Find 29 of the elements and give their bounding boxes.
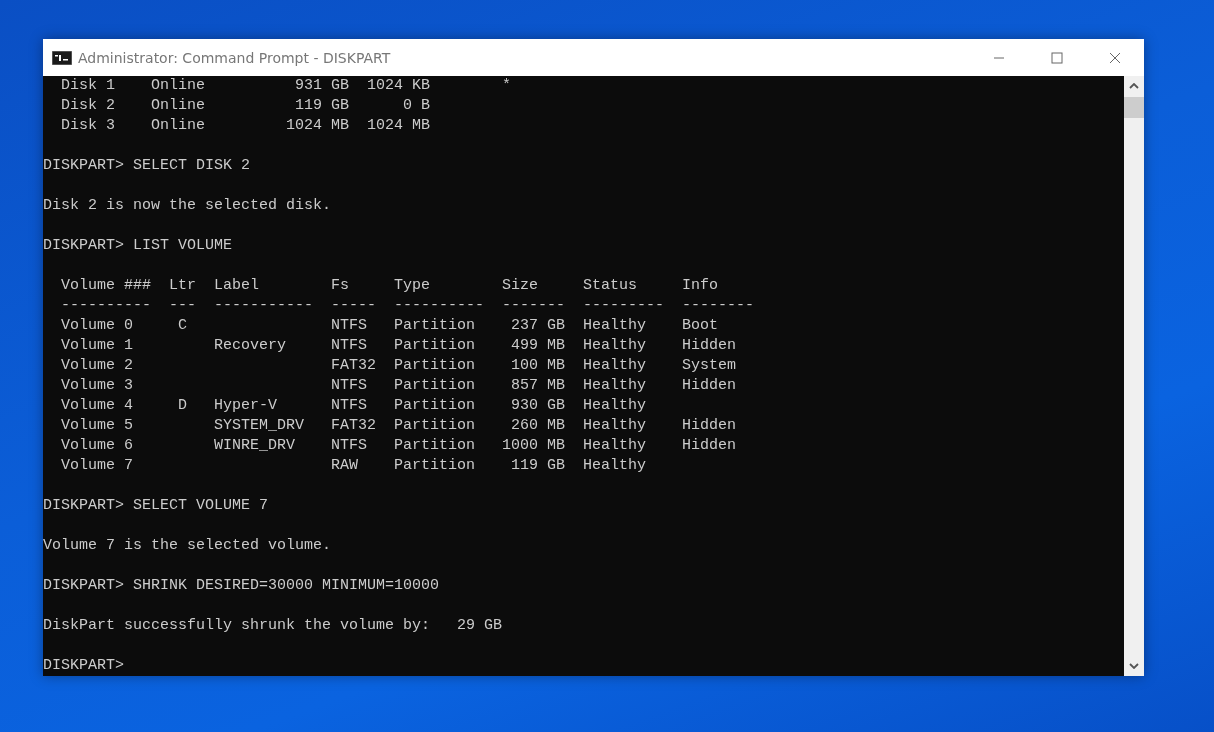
console-line: Disk 3 Online 1024 MB 1024 MB	[60, 116, 431, 136]
console-line: Disk 2 is now the selected disk.	[43, 196, 332, 216]
terminal-icon	[52, 50, 72, 65]
console-line: DiskPart successfully shrunk the volume by: 29 GB	[43, 616, 503, 636]
console-line: Volume 7 RAW Partition 119 GB Healthy	[60, 456, 647, 476]
console-line: Volume ### Ltr Label Fs Type Size Status Info	[60, 276, 719, 296]
console-line: Volume 4 D Hyper-V NTFS Partition 930 GB Healthy	[60, 396, 647, 416]
console-line: Volume 0 C NTFS Partition 237 GB Healthy Boot	[60, 316, 719, 336]
console-line: Volume 5 SYSTEM_DRV FAT32 Partition 260 MB Healthy Hidden	[60, 416, 737, 436]
console-line: DISKPART> SELECT DISK 2	[43, 156, 251, 176]
scroll-up-icon[interactable]	[1129, 83, 1139, 89]
console-line: DISKPART> SHRINK DESIRED=30000 MINIMUM=10000	[43, 576, 440, 596]
console-line: Volume 1 Recovery NTFS Partition 499 MB Healthy Hidden	[60, 336, 737, 356]
console-line: ---------- --- ----------- ----- ---------- ------- --------- --------	[60, 296, 755, 316]
console-line: Volume 2 FAT32 Partition 100 MB Healthy System	[60, 356, 737, 376]
console-line: Disk 2 Online 119 GB 0 B	[60, 96, 431, 116]
console-line: DISKPART>	[43, 656, 124, 676]
console-line: DISKPART> LIST VOLUME	[43, 236, 233, 256]
scrollbar[interactable]	[1124, 76, 1144, 676]
close-icon	[1109, 51, 1121, 64]
console-line: Volume 6 WINRE_DRV NTFS Partition 1000 MB Healthy Hidden	[60, 436, 737, 456]
window-title: Administrator: Command Prompt - DISKPART	[78, 49, 391, 66]
console-line: Volume 3 NTFS Partition 857 MB Healthy Hidden	[60, 376, 737, 396]
console-line: Disk 1 Online 931 GB 1024 KB *	[60, 76, 512, 96]
maximize-icon	[1051, 51, 1063, 64]
console-line: Volume 7 is the selected volume.	[43, 536, 332, 556]
console-line: DISKPART> SELECT VOLUME 7	[43, 496, 269, 516]
scroll-down-icon[interactable]	[1129, 663, 1139, 669]
scrollbar-thumb[interactable]	[1124, 97, 1144, 118]
